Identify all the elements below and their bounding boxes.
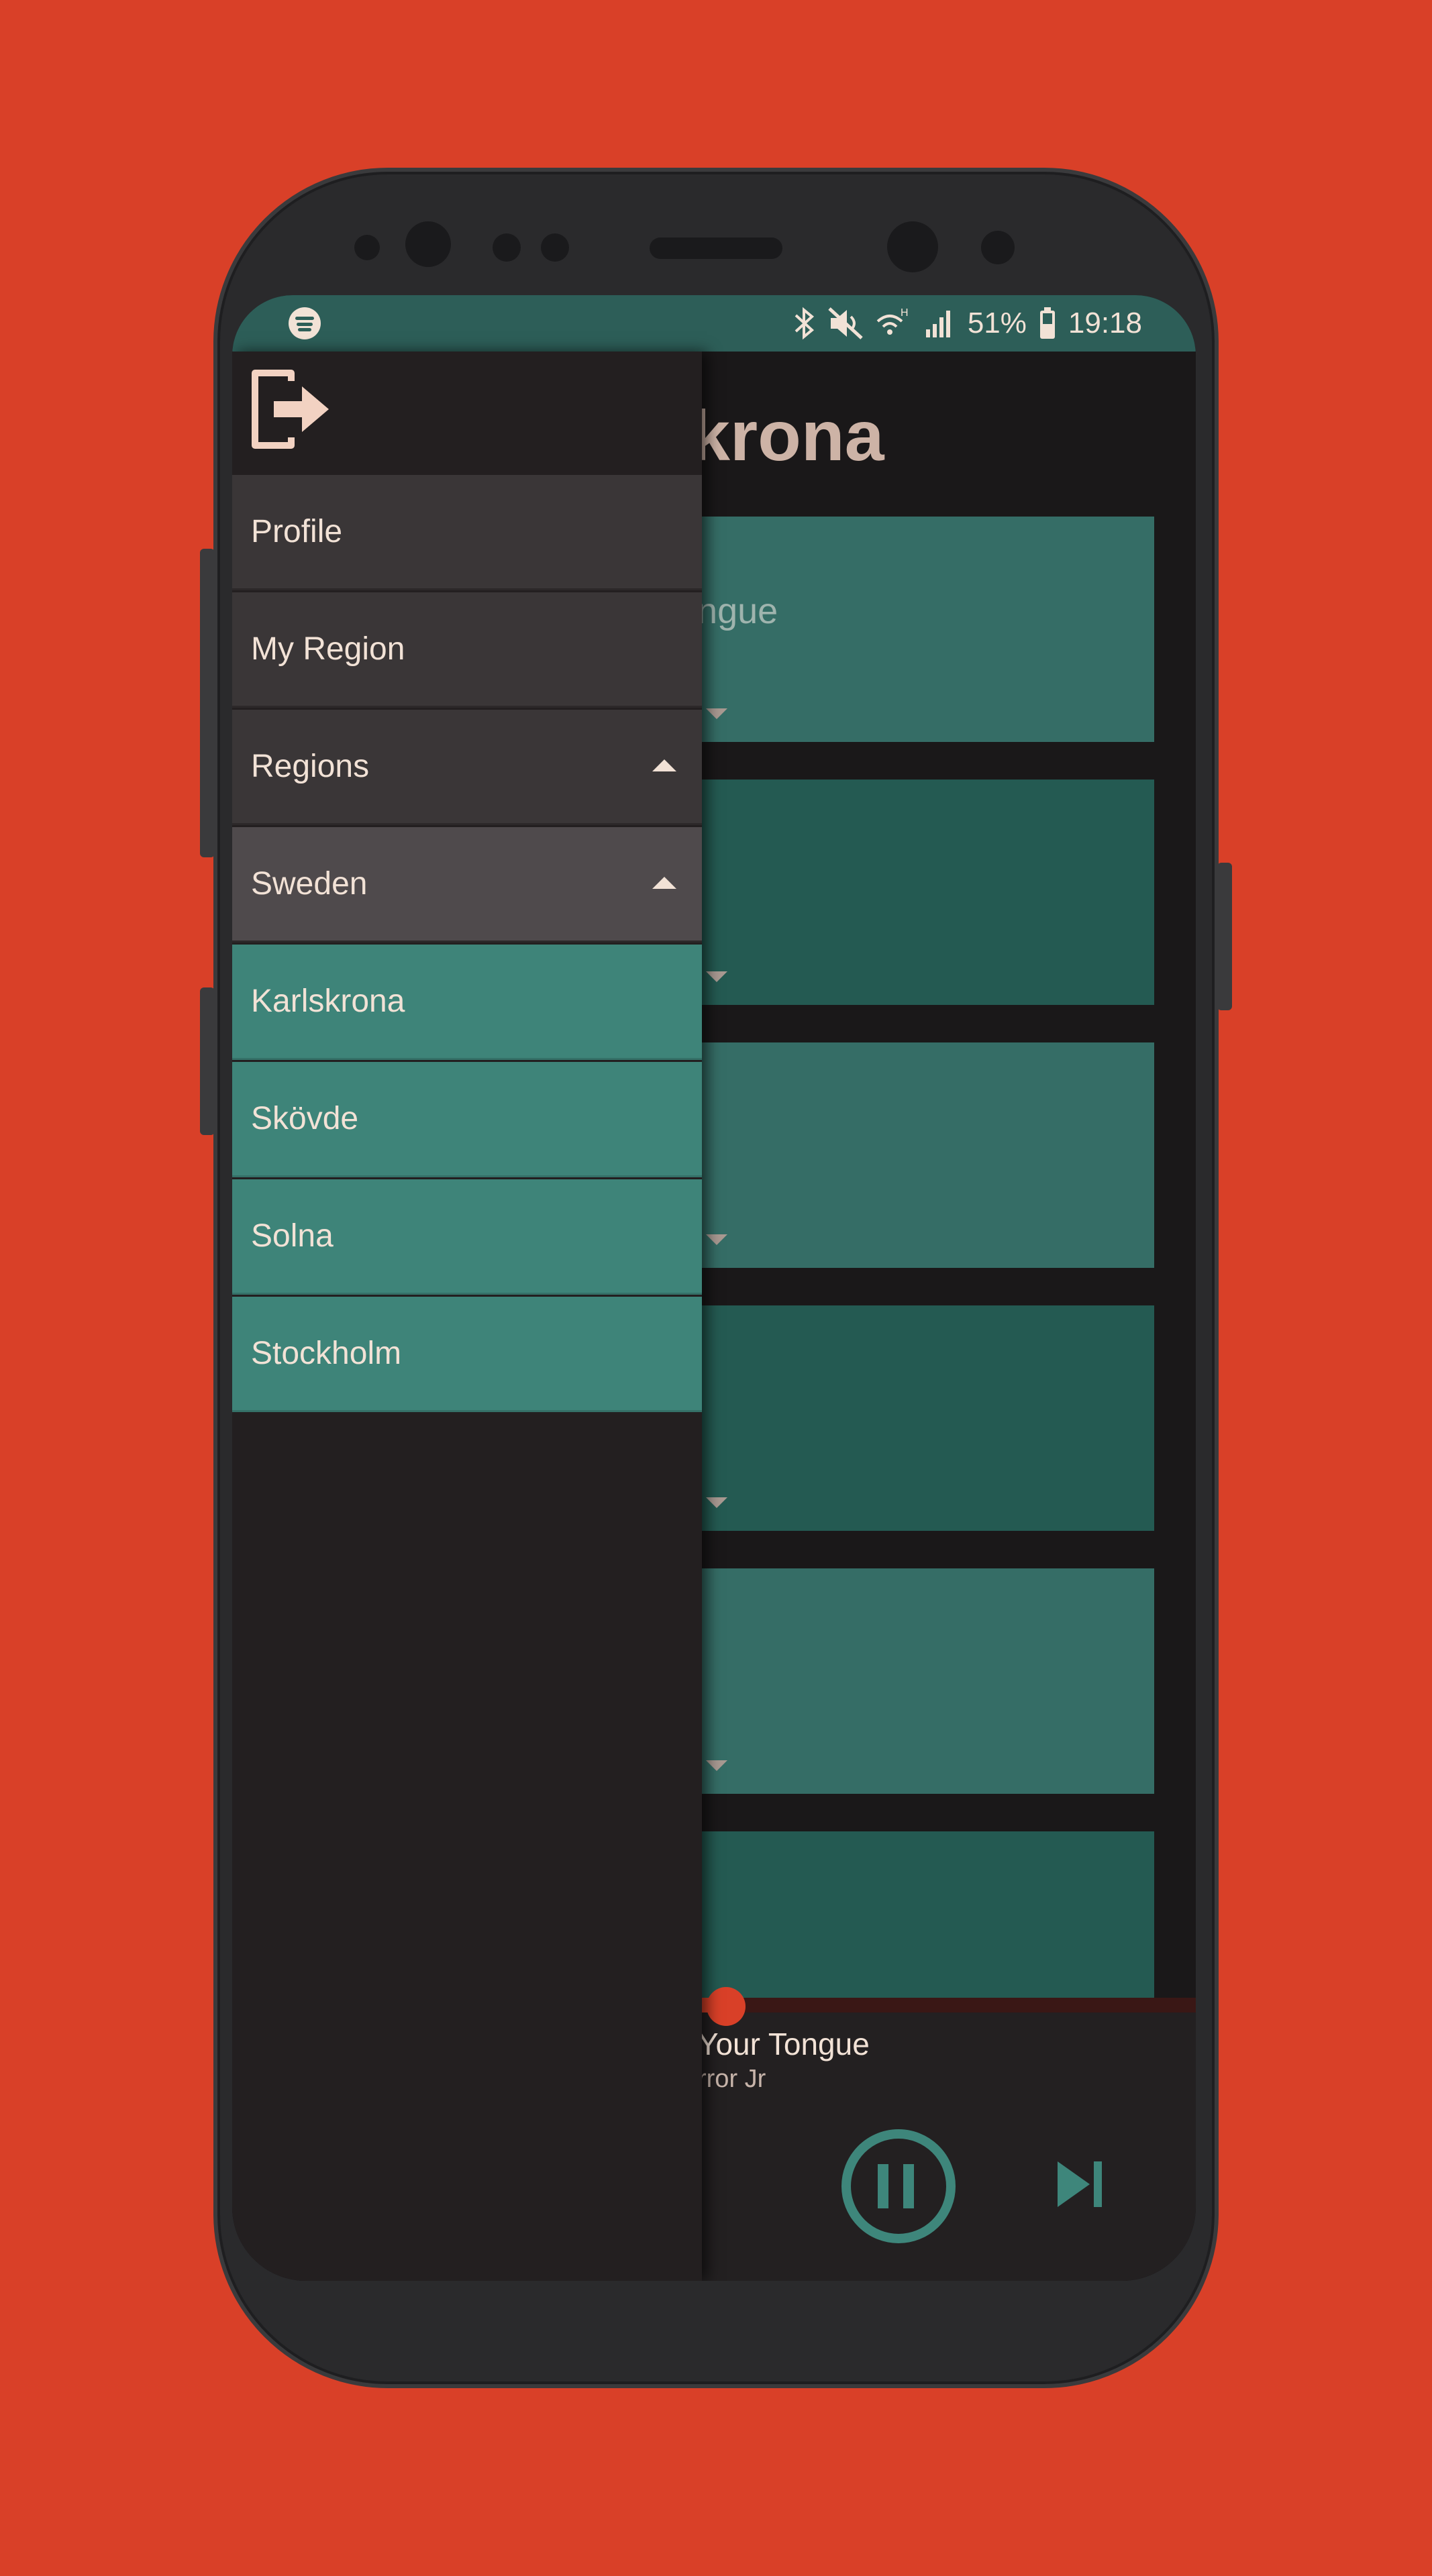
drawer-header <box>232 352 702 475</box>
drawer-item-label: Profile <box>251 514 343 549</box>
navigation-drawer: Profile My Region Regions Sweden Karlskr… <box>232 352 702 2281</box>
dropdown-caret-icon[interactable] <box>706 971 727 982</box>
drawer-item-label: Karlskrona <box>251 983 405 1019</box>
drawer-item-regions[interactable]: Regions <box>232 710 702 825</box>
sensor-icon <box>541 233 569 262</box>
drawer-item-label: Regions <box>251 749 370 784</box>
track-card[interactable] <box>635 1305 1154 1531</box>
drawer-item-label: Sweden <box>251 866 368 902</box>
pause-icon-bar <box>903 2164 914 2208</box>
clock: 19:18 <box>1068 307 1142 339</box>
svg-text:H: H <box>901 307 909 319</box>
mute-icon <box>828 307 863 339</box>
now-playing-artist: rror Jr <box>698 2065 766 2093</box>
now-playing-title: Your Tongue <box>698 2027 870 2061</box>
bluetooth-icon <box>795 307 814 340</box>
logout-icon[interactable] <box>250 368 333 451</box>
drawer-item-label: Skövde <box>251 1101 359 1136</box>
sensor-icon <box>981 231 1015 264</box>
drawer-item-label: Solna <box>251 1218 334 1254</box>
progress-handle[interactable] <box>707 1987 746 2026</box>
dropdown-caret-icon[interactable] <box>706 1760 727 1771</box>
dropdown-caret-icon[interactable] <box>706 708 727 719</box>
dropdown-caret-icon[interactable] <box>706 1234 727 1245</box>
battery-icon <box>1039 307 1055 339</box>
track-card[interactable] <box>635 780 1154 1005</box>
track-card[interactable]: Tongue <box>635 517 1154 742</box>
drawer-item-label: Stockholm <box>251 1336 402 1371</box>
chevron-up-icon <box>652 759 676 771</box>
drawer-item-profile[interactable]: Profile <box>232 475 702 590</box>
drawer-item-label: My Region <box>251 631 405 667</box>
drawer-item-sweden[interactable]: Sweden <box>232 827 702 943</box>
power-button <box>1217 863 1232 1010</box>
dropdown-caret-icon[interactable] <box>706 1497 727 1508</box>
drawer-subitem-stockholm[interactable]: Stockholm <box>232 1297 702 1412</box>
iris-camera-icon <box>405 221 451 267</box>
wifi-icon: H <box>876 307 909 335</box>
status-bar: H 51% 19:18 <box>232 295 1196 352</box>
pause-button[interactable] <box>841 2129 956 2243</box>
track-card[interactable] <box>635 1568 1154 1794</box>
sensor-icon <box>354 235 380 260</box>
track-card[interactable] <box>635 1831 1154 2000</box>
sensor-icon <box>493 233 521 262</box>
skip-next-icon[interactable] <box>1055 2159 1106 2210</box>
phone-screen: H 51% 19:18 skrona Tongue Your Tongue rr… <box>232 295 1196 2281</box>
battery-percent: 51% <box>967 307 1027 339</box>
front-camera-icon <box>887 221 938 272</box>
drawer-subitem-karlskrona[interactable]: Karlskrona <box>232 945 702 1060</box>
bixby-button <box>200 987 215 1135</box>
track-card[interactable] <box>635 1042 1154 1268</box>
drawer-subitem-solna[interactable]: Solna <box>232 1179 702 1295</box>
pause-icon <box>878 2164 888 2208</box>
drawer-item-my-region[interactable]: My Region <box>232 592 702 708</box>
chevron-up-icon <box>652 877 676 889</box>
signal-icon <box>925 311 950 337</box>
spotify-icon <box>289 307 321 339</box>
drawer-subitem-skovde[interactable]: Skövde <box>232 1062 702 1177</box>
earpiece-speaker <box>650 237 782 259</box>
volume-button <box>200 549 215 857</box>
